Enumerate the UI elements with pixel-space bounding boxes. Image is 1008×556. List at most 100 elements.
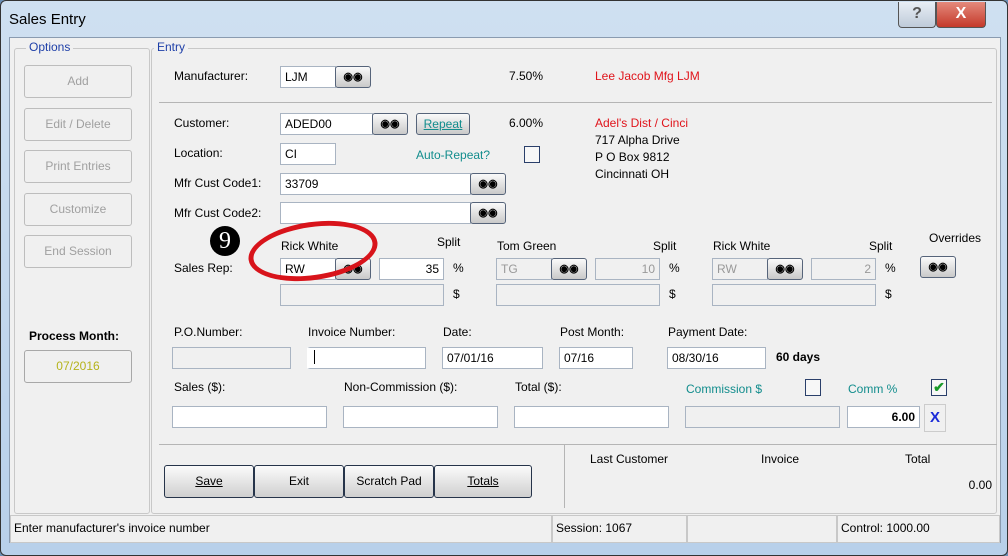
- rep3-dollar: $: [885, 287, 892, 301]
- manufacturer-percent: 7.50%: [509, 69, 544, 83]
- commission-checkbox[interactable]: [805, 379, 821, 396]
- edit-delete-button[interactable]: Edit / Delete: [24, 108, 132, 141]
- rep1-split-label: Split: [437, 235, 461, 249]
- options-label: Options: [26, 40, 74, 54]
- overrides-label: Overrides: [929, 231, 982, 245]
- rep3-dollar-input[interactable]: [712, 284, 876, 306]
- noncomm-input[interactable]: [343, 406, 498, 428]
- comm-pct-label: Comm %: [848, 382, 898, 396]
- rep2-dollar: $: [669, 287, 676, 301]
- auto-repeat-label: Auto-Repeat?: [416, 148, 491, 162]
- save-label: Save: [195, 474, 223, 488]
- payment-date-label: Payment Date:: [668, 325, 748, 339]
- rep2-split-label: Split: [653, 239, 677, 253]
- rep2-split-input[interactable]: 10: [595, 258, 660, 280]
- mfr-cust-code1-label: Mfr Cust Code1:: [174, 176, 262, 190]
- mfr-cust-code2-input[interactable]: [280, 202, 471, 224]
- rep1-dollar: $: [453, 287, 460, 301]
- help-button[interactable]: ?: [898, 2, 936, 28]
- customer-lookup-binoculars-icon[interactable]: ◉◉: [372, 113, 408, 135]
- location-label: Location:: [174, 146, 223, 160]
- step-number-badge: 9: [210, 226, 240, 256]
- last-customer-header: Last Customer: [590, 452, 669, 466]
- add-button[interactable]: Add: [24, 65, 132, 98]
- clear-comm-button[interactable]: X: [924, 404, 946, 432]
- invoice-label: Invoice Number:: [308, 325, 396, 339]
- comm-pct-input[interactable]: 6.00: [847, 406, 920, 428]
- customize-button[interactable]: Customize: [24, 193, 132, 226]
- date-input[interactable]: 07/01/16: [442, 347, 543, 369]
- address-line-1: 717 Alpha Drive: [595, 133, 680, 147]
- totals-button[interactable]: Totals: [434, 465, 532, 498]
- sales-entry-window: Sales Entry ? X Options Add Edit / Delet…: [0, 0, 1008, 556]
- rep3-code-input[interactable]: RW: [712, 258, 768, 280]
- entry-label: Entry: [154, 40, 189, 54]
- commission-label: Commission $: [686, 382, 763, 396]
- status-control: Control: 1000.00: [837, 515, 1000, 543]
- customer-input[interactable]: ADED00: [280, 113, 373, 135]
- total-input[interactable]: [514, 406, 669, 428]
- status-message: Enter manufacturer's invoice number: [10, 515, 552, 543]
- payment-date-input[interactable]: 08/30/16: [667, 347, 766, 369]
- auto-repeat-checkbox[interactable]: [524, 146, 540, 163]
- totals-label: Totals: [467, 474, 499, 488]
- comm-pct-checkbox[interactable]: ✔: [931, 379, 947, 396]
- save-button[interactable]: Save: [164, 465, 254, 498]
- post-month-input[interactable]: 07/16: [559, 347, 633, 369]
- print-entries-button[interactable]: Print Entries: [24, 150, 132, 183]
- scratch-pad-button[interactable]: Scratch Pad: [344, 465, 434, 498]
- commission-input[interactable]: [685, 406, 840, 428]
- close-button[interactable]: X: [936, 2, 986, 28]
- rep1-split-input[interactable]: 35: [379, 258, 444, 280]
- rep3-split-label: Split: [869, 239, 893, 253]
- rep2-name: Tom Green: [497, 239, 557, 253]
- last-invoice-header: Invoice: [761, 452, 800, 466]
- po-label: P.O.Number:: [174, 325, 243, 339]
- text-cursor: [314, 350, 315, 364]
- rep2-lookup-binoculars-icon[interactable]: ◉◉: [551, 258, 587, 280]
- manufacturer-label: Manufacturer:: [174, 69, 249, 83]
- rep2-pct: %: [669, 261, 680, 275]
- manufacturer-input[interactable]: LJM: [280, 66, 336, 88]
- code1-lookup-binoculars-icon[interactable]: ◉◉: [470, 173, 506, 195]
- status-session: Session: 1067: [552, 515, 687, 543]
- sales-input[interactable]: [172, 406, 327, 428]
- rep2-dollar-input[interactable]: [496, 284, 660, 306]
- exit-button[interactable]: Exit: [254, 465, 344, 498]
- sales-rep-label: Sales Rep:: [174, 261, 233, 275]
- total-label: Total ($):: [515, 380, 562, 394]
- manufacturer-lookup-binoculars-icon[interactable]: ◉◉: [335, 66, 371, 88]
- end-session-button[interactable]: End Session: [24, 235, 132, 268]
- days-label: 60 days: [776, 350, 821, 364]
- process-month-value: 07/2016: [24, 350, 132, 383]
- customer-label: Customer:: [174, 116, 230, 130]
- rep2-code-input[interactable]: TG: [496, 258, 552, 280]
- rep1-dollar-input[interactable]: [280, 284, 444, 306]
- status-blank: [687, 515, 837, 543]
- post-month-label: Post Month:: [560, 325, 625, 339]
- rep3-pct: %: [885, 261, 896, 275]
- rep3-name: Rick White: [713, 239, 771, 253]
- divider: [564, 444, 565, 508]
- repeat-button[interactable]: Repeat: [416, 113, 470, 135]
- location-input[interactable]: CI: [280, 143, 336, 165]
- noncomm-label: Non-Commission ($):: [344, 380, 458, 394]
- divider: [159, 444, 997, 445]
- mfr-cust-code1-input[interactable]: 33709: [280, 173, 471, 195]
- code2-lookup-binoculars-icon[interactable]: ◉◉: [470, 202, 506, 224]
- address-line-2: P O Box 9812: [595, 150, 670, 164]
- process-month-label: Process Month:: [29, 329, 120, 343]
- sales-label: Sales ($):: [174, 380, 226, 394]
- rep1-pct: %: [453, 261, 464, 275]
- invoice-number-input[interactable]: [307, 347, 426, 369]
- overrides-binoculars-icon[interactable]: ◉◉: [920, 256, 956, 278]
- customer-percent: 6.00%: [509, 116, 544, 130]
- address-line-3: Cincinnati OH: [595, 167, 670, 181]
- last-total-header: Total: [905, 452, 931, 466]
- rep3-lookup-binoculars-icon[interactable]: ◉◉: [767, 258, 803, 280]
- last-total-value: 0.00: [968, 478, 992, 492]
- mfr-cust-code2-label: Mfr Cust Code2:: [174, 206, 262, 220]
- rep3-split-input[interactable]: 2: [811, 258, 876, 280]
- po-number-input[interactable]: [172, 347, 291, 369]
- date-label: Date:: [443, 325, 472, 339]
